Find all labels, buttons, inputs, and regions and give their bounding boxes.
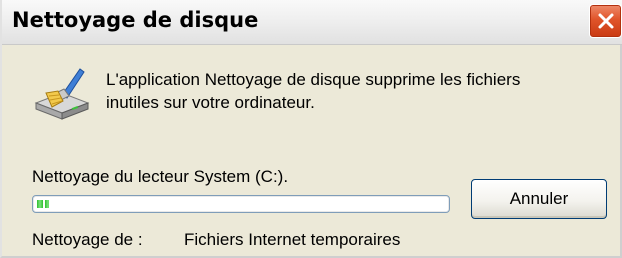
status-label: Nettoyage du lecteur System (C:). xyxy=(32,167,289,186)
description-line-2: inutiles sur votre ordinateur. xyxy=(106,93,315,112)
description-line-1: L'application Nettoyage de disque suppri… xyxy=(106,70,521,89)
close-icon xyxy=(598,13,614,29)
cleaning-item: Fichiers Internet temporaires xyxy=(184,230,401,249)
disk-cleanup-dialog: Nettoyage de disque L'application Nettoy… xyxy=(0,0,622,258)
title-bar[interactable]: Nettoyage de disque xyxy=(2,0,622,45)
cleaning-label: Nettoyage de : xyxy=(32,230,143,249)
window-title: Nettoyage de disque xyxy=(12,8,259,32)
progress-bar xyxy=(32,195,450,213)
description-text: L'application Nettoyage de disque suppri… xyxy=(106,68,606,114)
disk-cleanup-icon xyxy=(34,68,90,120)
cancel-button[interactable]: Annuler xyxy=(471,179,607,219)
close-button[interactable] xyxy=(589,4,622,38)
progress-fill xyxy=(37,200,49,208)
